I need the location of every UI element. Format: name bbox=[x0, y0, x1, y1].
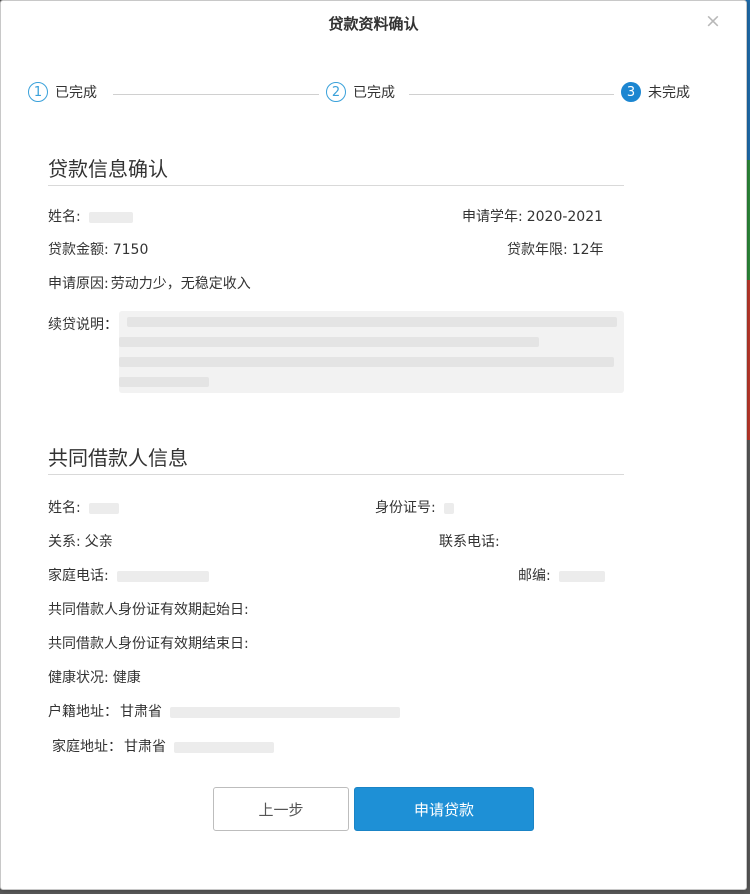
redacted-co-name bbox=[88, 502, 119, 514]
academic-year-label: 申请学年: bbox=[462, 209, 523, 225]
home-address-label: 家庭地址： bbox=[52, 739, 122, 755]
home-phone-label: 家庭电话: bbox=[48, 568, 109, 584]
redacted-postcode bbox=[558, 570, 605, 582]
step-2: 2 已完成 bbox=[326, 82, 395, 102]
step-2-label: 已完成 bbox=[353, 85, 395, 101]
id-start-label: 共同借款人身份证有效期起始日: bbox=[48, 602, 249, 618]
apply-reason-value: 劳动力少，无稳定收入 bbox=[110, 276, 251, 292]
renewal-label: 续贷说明： bbox=[48, 317, 118, 333]
co-name-field: 姓名: bbox=[48, 497, 119, 517]
redacted-name bbox=[88, 211, 133, 223]
household-address-field: 户籍地址： 甘肃省 bbox=[48, 701, 400, 721]
id-number-label: 身份证号: bbox=[375, 500, 436, 516]
home-phone-field: 家庭电话: bbox=[48, 565, 209, 585]
co-name-label: 姓名: bbox=[48, 500, 81, 516]
step-2-number: 2 bbox=[326, 82, 346, 102]
apply-reason-label: 申请原因: bbox=[48, 276, 109, 292]
academic-year-value: 2020-2021 bbox=[526, 209, 604, 225]
postcode-field: 邮编: bbox=[518, 565, 605, 585]
id-start-field: 共同借款人身份证有效期起始日: bbox=[48, 599, 249, 619]
health-label: 健康状况: bbox=[48, 670, 109, 686]
loan-term-field: 贷款年限: 12年 bbox=[507, 239, 604, 259]
loan-amount-label: 贷款金额: bbox=[48, 242, 109, 258]
step-connector-1 bbox=[113, 94, 319, 95]
step-1-label: 已完成 bbox=[55, 85, 97, 101]
loan-name-field: 姓名: bbox=[48, 206, 133, 226]
apply-reason-field: 申请原因: 劳动力少，无稳定收入 bbox=[48, 273, 251, 293]
health-field: 健康状况: 健康 bbox=[48, 667, 141, 687]
loan-confirm-dialog: 贷款资料确认 × 1 已完成 2 已完成 3 未完成 贷款信息确认 姓名: 申请… bbox=[0, 0, 747, 890]
step-1-number: 1 bbox=[28, 82, 48, 102]
prev-step-button[interactable]: 上一步 bbox=[213, 787, 349, 831]
relation-label: 关系: bbox=[48, 534, 81, 550]
step-connector-2 bbox=[409, 94, 614, 95]
household-address-label: 户籍地址： bbox=[48, 704, 118, 720]
id-number-field: 身份证号: bbox=[375, 497, 454, 517]
dialog-title: 贷款资料确认 bbox=[328, 15, 419, 33]
health-value: 健康 bbox=[112, 670, 141, 686]
relation-value: 父亲 bbox=[84, 534, 113, 550]
loan-term-value: 12年 bbox=[571, 242, 604, 258]
home-address-field: 家庭地址： 甘肃省 bbox=[52, 736, 274, 756]
redacted-id-number bbox=[443, 502, 454, 514]
contact-phone-label: 联系电话: bbox=[439, 534, 500, 550]
loan-term-label: 贷款年限: bbox=[507, 242, 568, 258]
id-end-label: 共同借款人身份证有效期结束日: bbox=[48, 636, 249, 652]
relation-field: 关系: 父亲 bbox=[48, 531, 113, 551]
step-3-number: 3 bbox=[621, 82, 641, 102]
redacted-home-phone bbox=[116, 570, 209, 582]
academic-year-field: 申请学年: 2020-2021 bbox=[462, 206, 603, 226]
co-borrower-title: 共同借款人信息 bbox=[48, 446, 188, 470]
close-icon[interactable]: × bbox=[701, 9, 725, 33]
loan-amount-field: 贷款金额: 7150 bbox=[48, 239, 148, 259]
id-end-field: 共同借款人身份证有效期结束日: bbox=[48, 633, 249, 653]
loan-amount-value: 7150 bbox=[112, 242, 149, 258]
postcode-label: 邮编: bbox=[518, 568, 551, 584]
contact-phone-field: 联系电话: bbox=[439, 531, 500, 551]
redacted-home-address bbox=[174, 741, 274, 753]
step-3: 3 未完成 bbox=[621, 82, 690, 102]
loan-info-title: 贷款信息确认 bbox=[48, 157, 168, 181]
loan-name-label: 姓名: bbox=[48, 209, 81, 225]
redacted-household-address bbox=[170, 706, 400, 718]
home-address-value: 甘肃省 bbox=[124, 739, 166, 755]
co-borrower-divider bbox=[48, 474, 624, 475]
redacted-renewal-text bbox=[119, 311, 624, 393]
household-address-value: 甘肃省 bbox=[120, 704, 162, 720]
step-3-label: 未完成 bbox=[648, 85, 690, 101]
step-1: 1 已完成 bbox=[28, 82, 97, 102]
loan-info-divider bbox=[48, 185, 624, 186]
apply-loan-button[interactable]: 申请贷款 bbox=[354, 787, 534, 831]
